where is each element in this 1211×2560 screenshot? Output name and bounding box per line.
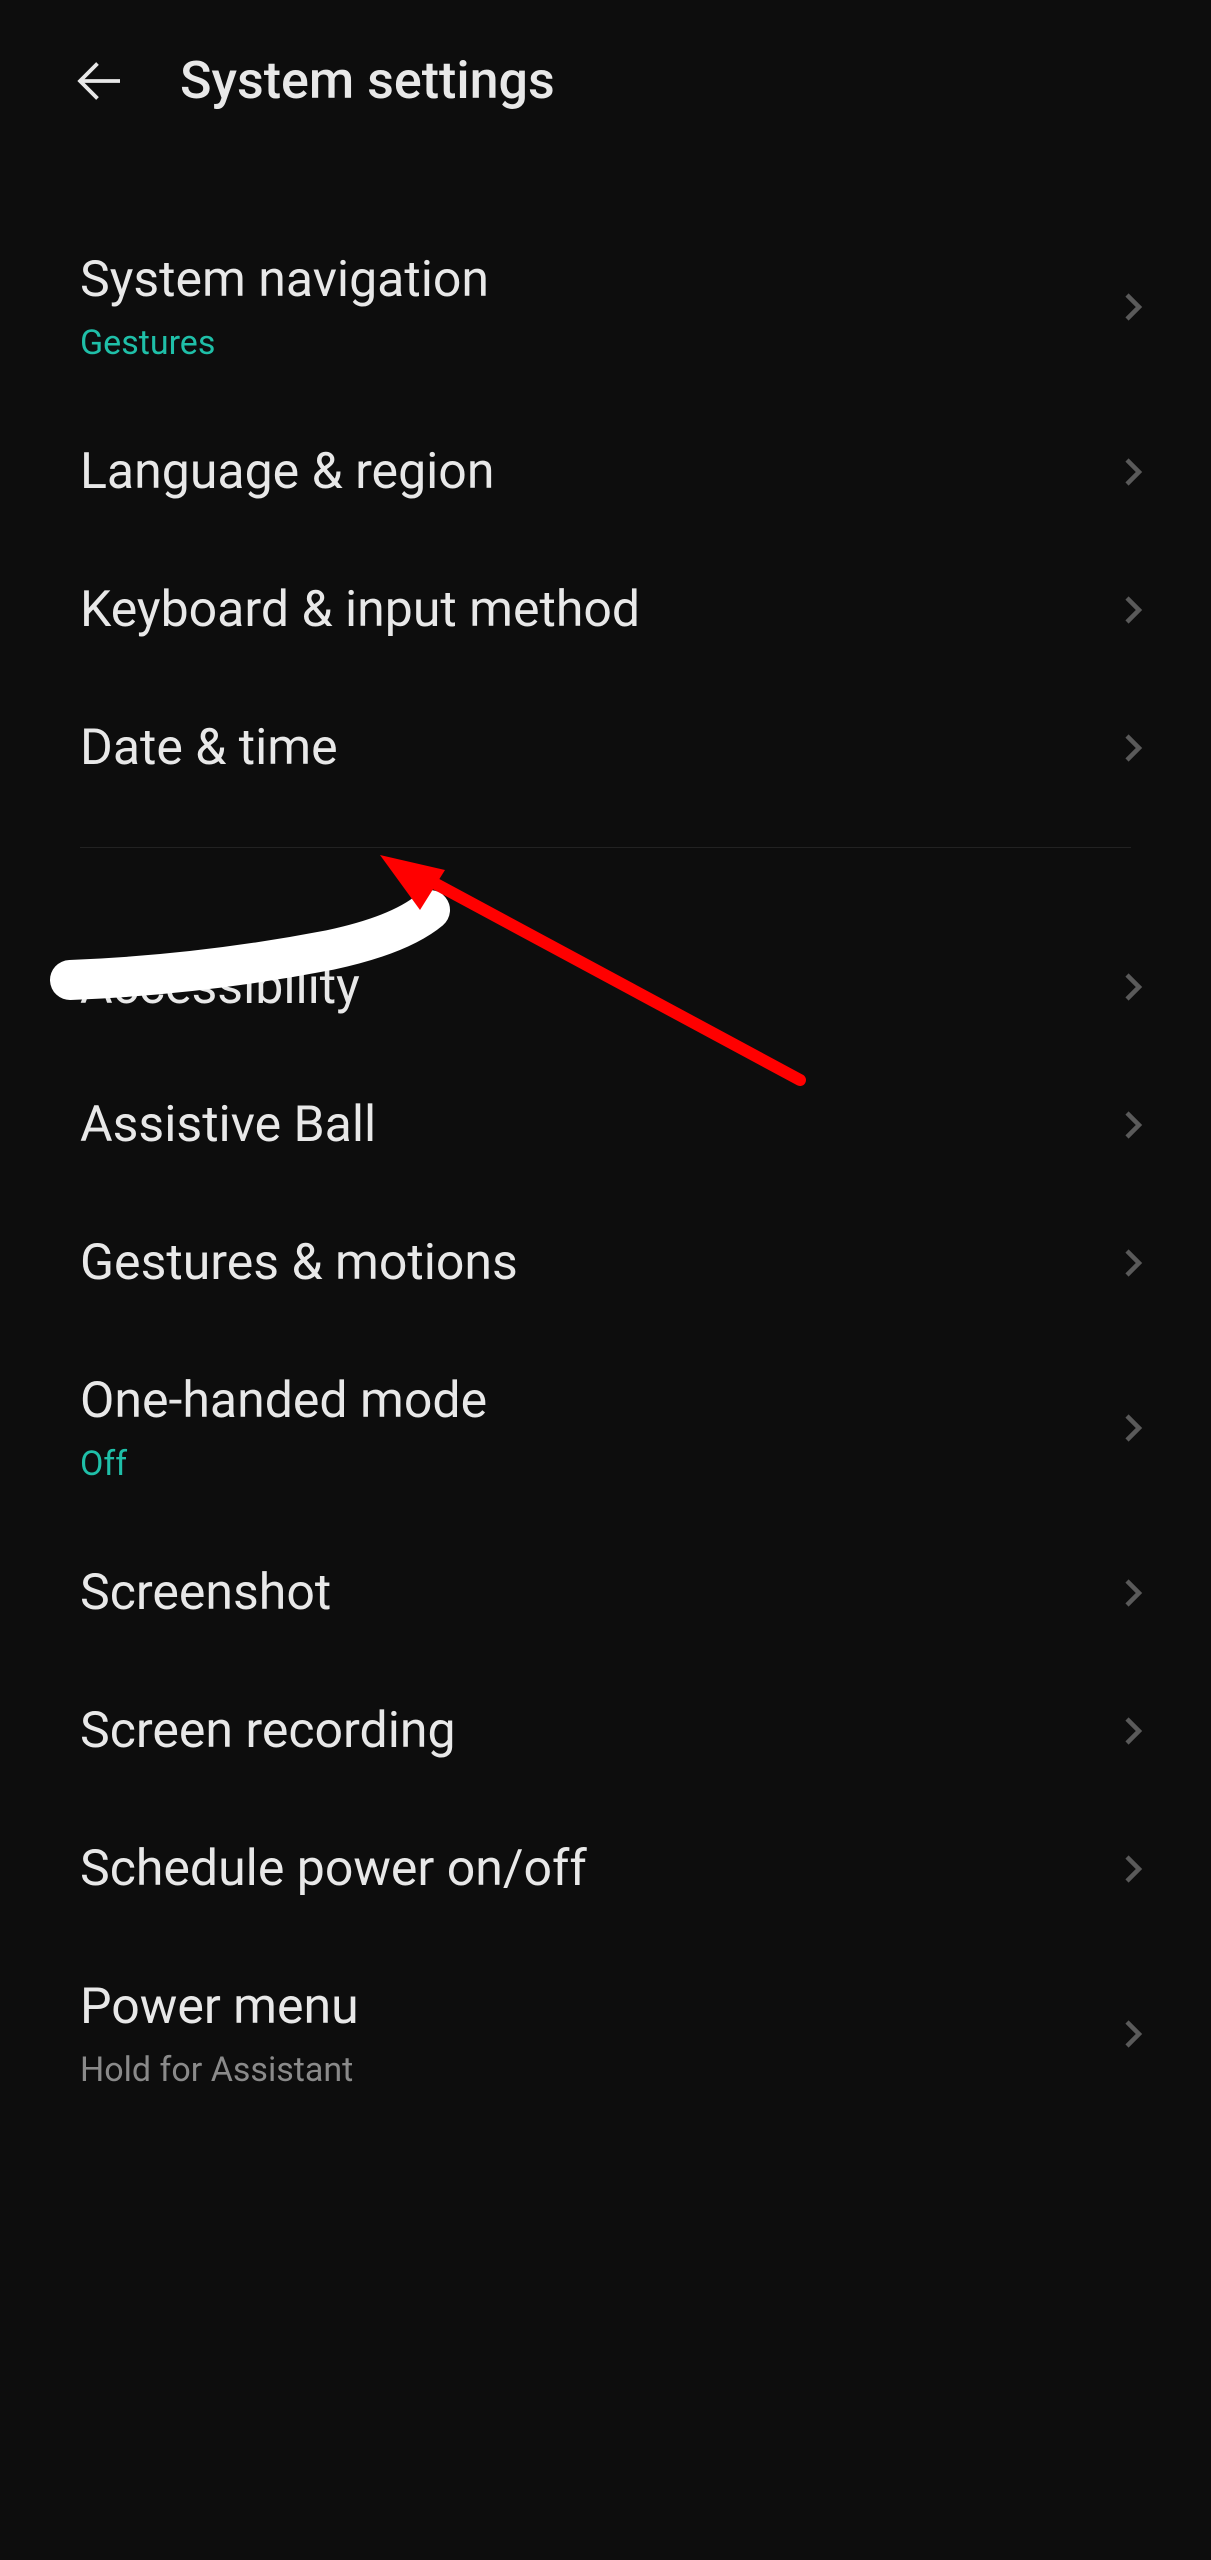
chevron-right-icon (1115, 289, 1151, 325)
settings-group: Accessibility Assistive Ball Gestures & … (0, 878, 1211, 2130)
chevron-right-icon (1115, 1107, 1151, 1143)
list-item-label: System navigation (80, 251, 489, 309)
list-item-label: Keyboard & input method (80, 581, 640, 639)
list-item-label: Accessibility (80, 958, 360, 1016)
chevron-right-icon (1115, 1245, 1151, 1281)
list-item-label: Date & time (80, 719, 338, 777)
chevron-right-icon (1115, 454, 1151, 490)
list-item-accessibility[interactable]: Accessibility (0, 918, 1211, 1056)
list-item-assistive-ball[interactable]: Assistive Ball (0, 1056, 1211, 1194)
chevron-right-icon (1115, 592, 1151, 628)
list-item-label: Gestures & motions (80, 1234, 518, 1292)
list-item-label: Power menu (80, 1978, 359, 2036)
chevron-right-icon (1115, 1575, 1151, 1611)
list-item-power-menu[interactable]: Power menu Hold for Assistant (0, 1938, 1211, 2130)
list-item-one-handed-mode[interactable]: One-handed mode Off (0, 1332, 1211, 1524)
list-item-label: Assistive Ball (80, 1096, 376, 1154)
list-item-screenshot[interactable]: Screenshot (0, 1524, 1211, 1662)
chevron-right-icon (1115, 730, 1151, 766)
chevron-right-icon (1115, 969, 1151, 1005)
list-item-keyboard-input[interactable]: Keyboard & input method (0, 541, 1211, 679)
list-item-label: Screen recording (80, 1702, 456, 1760)
list-item-screen-recording[interactable]: Screen recording (0, 1662, 1211, 1800)
list-item-sublabel: Hold for Assistant (80, 2050, 359, 2090)
list-item-label: Screenshot (80, 1564, 331, 1622)
back-icon[interactable] (70, 51, 130, 111)
list-item-language-region[interactable]: Language & region (0, 403, 1211, 541)
list-item-date-time[interactable]: Date & time (0, 679, 1211, 817)
settings-list: System navigation Gestures Language & re… (0, 161, 1211, 2130)
chevron-right-icon (1115, 1410, 1151, 1446)
settings-group: System navigation Gestures Language & re… (0, 161, 1211, 817)
list-item-label: Language & region (80, 443, 494, 501)
list-item-label: Schedule power on/off (80, 1840, 587, 1898)
header: System settings (0, 0, 1211, 161)
page-title: System settings (180, 50, 555, 111)
list-item-schedule-power[interactable]: Schedule power on/off (0, 1800, 1211, 1938)
list-item-system-navigation[interactable]: System navigation Gestures (0, 211, 1211, 403)
list-item-sublabel: Gestures (80, 323, 489, 363)
chevron-right-icon (1115, 2016, 1151, 2052)
list-item-gestures-motions[interactable]: Gestures & motions (0, 1194, 1211, 1332)
chevron-right-icon (1115, 1713, 1151, 1749)
list-item-label: One-handed mode (80, 1372, 487, 1430)
chevron-right-icon (1115, 1851, 1151, 1887)
list-item-sublabel: Off (80, 1444, 487, 1484)
divider (80, 847, 1131, 848)
